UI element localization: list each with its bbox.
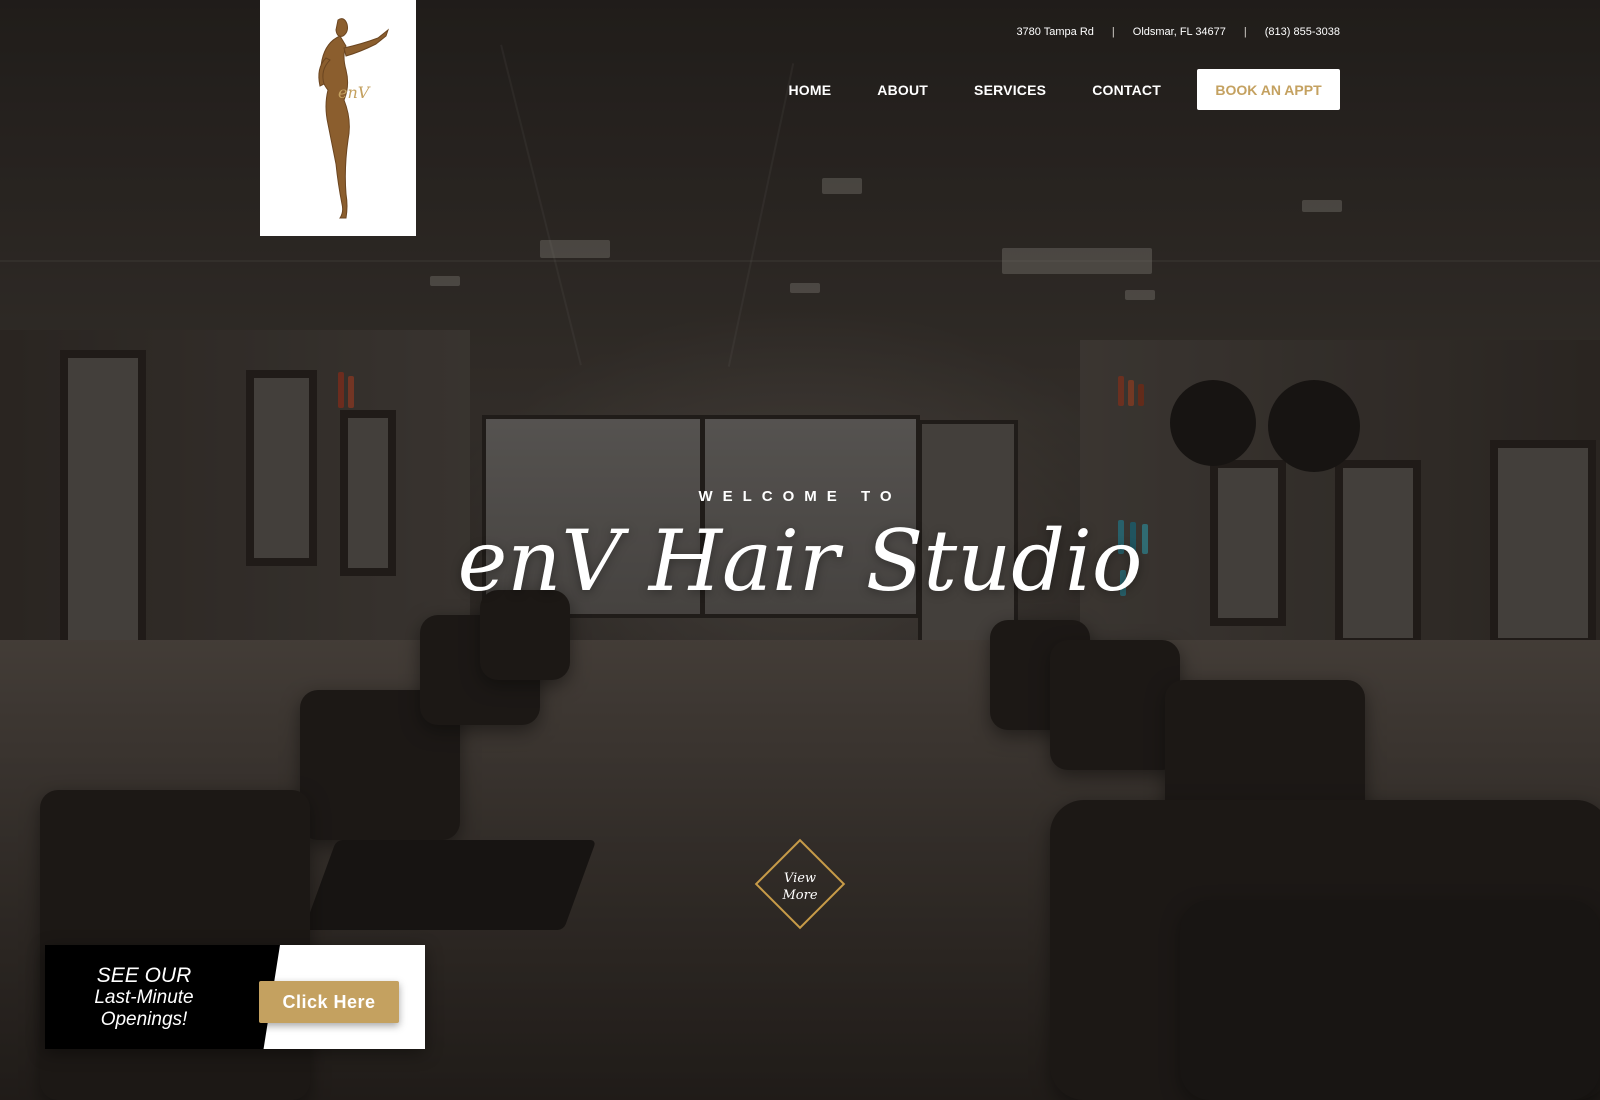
view-more-line: More xyxy=(782,888,818,903)
view-more-button[interactable]: View More xyxy=(754,838,846,930)
site-logo[interactable]: enV xyxy=(260,0,416,236)
view-more-label: View More xyxy=(754,870,846,904)
logo-text: enV xyxy=(338,83,371,102)
welcome-heading: WELCOME TO xyxy=(698,488,902,505)
separator: | xyxy=(1111,26,1115,38)
promo-text: SEE OUR Last-Minute Openings! xyxy=(59,965,229,1031)
main-nav: HOME ABOUT SERVICES CONTACT BOOK AN APPT xyxy=(788,69,1340,110)
view-more-line: View xyxy=(783,871,817,886)
last-minute-openings-widget: SEE OUR Last-Minute Openings! Click Here xyxy=(45,945,425,1049)
book-appointment-button[interactable]: BOOK AN APPT xyxy=(1197,69,1340,110)
hero-section: enV 3780 Tampa Rd | Oldsmar, FL 34677 | … xyxy=(0,0,1600,1100)
promo-line: Openings! xyxy=(100,1009,188,1030)
phone-link[interactable]: (813) 855-3038 xyxy=(1265,26,1340,38)
promo-line: SEE OUR xyxy=(96,964,192,987)
promo-line: Last-Minute xyxy=(94,987,194,1008)
contact-info-bar: 3780 Tampa Rd | Oldsmar, FL 34677 | (813… xyxy=(1016,26,1340,38)
fashion-figure-logo-icon: enV xyxy=(318,18,390,219)
separator: | xyxy=(1243,26,1247,38)
nav-contact[interactable]: CONTACT xyxy=(1092,82,1161,98)
nav-home[interactable]: HOME xyxy=(788,82,831,98)
click-here-button[interactable]: Click Here xyxy=(259,981,399,1023)
address-text: 3780 Tampa Rd xyxy=(1016,26,1094,38)
city-text: Oldsmar, FL 34677 xyxy=(1132,26,1226,38)
hero-title: enV Hair Studio xyxy=(457,512,1143,610)
nav-about[interactable]: ABOUT xyxy=(877,82,928,98)
nav-services[interactable]: SERVICES xyxy=(974,82,1046,98)
